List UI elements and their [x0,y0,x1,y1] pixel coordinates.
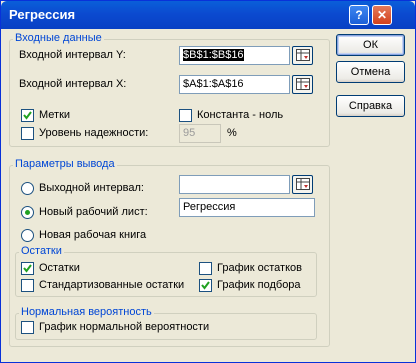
confidence-field[interactable]: 95 [179,124,221,143]
labels-checkbox[interactable] [21,109,34,122]
window-title: Регрессия [9,7,76,22]
input-y-ref-button[interactable] [292,46,313,65]
help-titlebar-button[interactable]: ? [349,5,369,25]
residuals-legend: Остатки [19,245,64,257]
const-zero-label: Константа - ноль [197,109,284,121]
regression-dialog: Регрессия ? ✕ Входные данные Входной инт… [0,0,416,363]
check-icon [23,111,32,120]
input-y-label: Входной интервал Y: [19,49,126,61]
labels-label: Метки [39,109,71,121]
percent-label: % [227,127,237,139]
residuals-label: Остатки [39,262,80,274]
confidence-label: Уровень надежности: [39,127,149,139]
check-icon [23,264,32,273]
normal-plot-label: График нормальной вероятности [39,321,210,333]
new-sheet-label: Новый рабочий лист: [39,206,148,218]
new-sheet-radio[interactable] [21,206,34,219]
output-range-field[interactable] [179,175,290,194]
output-range-ref-button[interactable] [292,175,313,194]
radio-dot [25,210,30,215]
fit-plot-label: График подбора [217,279,301,291]
input-x-label: Входной интервал X: [19,78,127,90]
output-options-legend: Параметры вывода [13,158,117,170]
close-button[interactable]: ✕ [372,5,392,25]
title-bar[interactable]: Регрессия ? ✕ [1,1,415,29]
fit-plot-checkbox[interactable] [199,279,212,292]
check-icon [201,281,210,290]
output-range-label: Выходной интервал: [39,182,144,194]
new-sheet-field[interactable]: Регрессия [179,198,315,217]
ok-button[interactable]: ОК [336,34,405,56]
new-book-radio[interactable] [21,229,34,242]
cancel-button[interactable]: Отмена [336,61,405,83]
normal-plot-checkbox[interactable] [21,321,34,334]
input-data-legend: Входные данные [13,32,104,44]
input-y-value: $B$1:$B$16 [183,49,244,61]
range-select-icon [296,78,310,90]
input-x-field[interactable]: $A$1:$A$16 [179,75,290,94]
const-zero-checkbox[interactable] [179,109,192,122]
input-y-field[interactable]: $B$1:$B$16 [179,46,290,65]
help-button[interactable]: Справка [336,95,405,117]
residual-plot-checkbox[interactable] [199,262,212,275]
std-residuals-checkbox[interactable] [21,279,34,292]
confidence-checkbox[interactable] [21,127,34,140]
new-book-label: Новая рабочая книга [39,229,147,241]
input-x-ref-button[interactable] [292,75,313,94]
residuals-checkbox[interactable] [21,262,34,275]
residual-plot-label: График остатков [217,262,302,274]
range-select-icon [296,178,310,190]
output-range-radio[interactable] [21,182,34,195]
normal-probability-legend: Нормальная вероятность [19,306,154,318]
range-select-icon [296,49,310,61]
std-residuals-label: Стандартизованные остатки [39,279,185,291]
